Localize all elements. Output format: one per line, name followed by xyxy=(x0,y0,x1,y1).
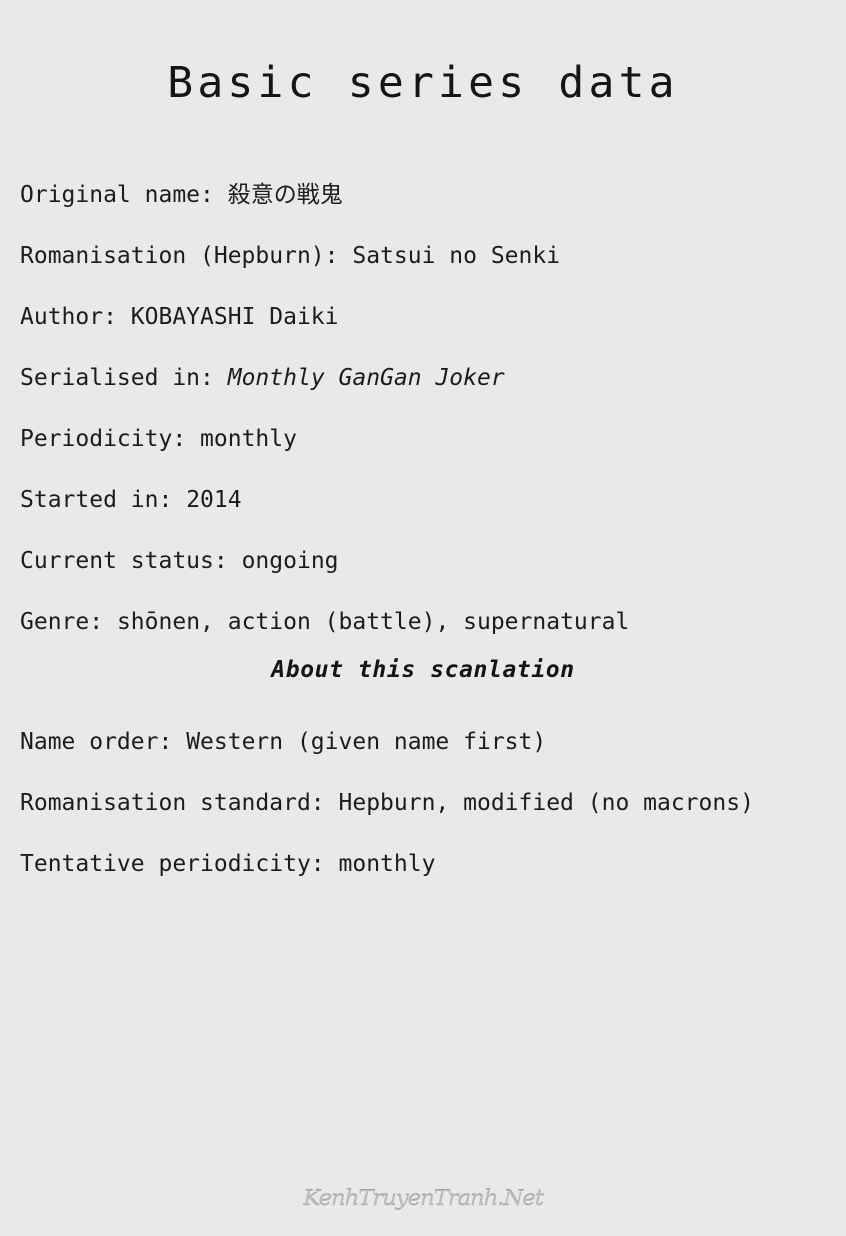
info-label-serialised-in: Serialised in: xyxy=(20,365,214,391)
info-value-started-in: 2014 xyxy=(186,487,242,513)
info-label-periodicity: Periodicity: xyxy=(20,426,187,452)
info-line-periodicity: Periodicity: monthly xyxy=(20,409,826,470)
series-info-page: Basic series data Original name: 殺意の戦鬼 R… xyxy=(0,0,846,1236)
info-line-name-order: Name order: Western (given name first) xyxy=(20,712,826,773)
info-line-author: Author: KOBAYASHI Daiki xyxy=(20,287,826,348)
info-line-original-name: Original name: 殺意の戦鬼 xyxy=(20,165,826,226)
info-label-started-in: Started in: xyxy=(20,487,173,513)
info-value-serialised-in: Monthly GanGan Joker xyxy=(227,365,505,391)
info-label-romanisation: Romanisation (Hepburn): xyxy=(20,243,339,269)
scanlation-info-list: Name order: Western (given name first) R… xyxy=(20,712,826,895)
info-label-original-name: Original name: xyxy=(20,182,214,208)
info-value-name-order: Western (given name first) xyxy=(186,729,547,755)
info-line-started-in: Started in: 2014 xyxy=(20,470,826,531)
basic-series-data-list: Original name: 殺意の戦鬼 Romanisation (Hepbu… xyxy=(20,165,826,653)
info-label-current-status: Current status: xyxy=(20,548,228,574)
info-line-romanisation-standard: Romanisation standard: Hepburn, modified… xyxy=(20,773,826,834)
info-label-romanisation-standard: Romanisation standard: xyxy=(20,790,325,816)
info-line-serialised-in: Serialised in: Monthly GanGan Joker xyxy=(20,348,826,409)
info-value-author: KOBAYASHI Daiki xyxy=(130,304,339,330)
page-title: Basic series data xyxy=(167,58,679,108)
site-watermark: KenhTruyenTranh.Net xyxy=(303,1187,544,1211)
info-value-periodicity: monthly xyxy=(200,426,297,452)
info-value-romanisation: Satsui no Senki xyxy=(352,243,561,269)
info-label-tentative-periodicity: Tentative periodicity: xyxy=(20,851,325,877)
info-label-genre: Genre: xyxy=(20,609,104,635)
section-heading-about-this-scanlation: About this scanlation xyxy=(271,657,575,683)
info-value-genre: shōnen, action (battle), supernatural xyxy=(116,609,630,635)
info-line-current-status: Current status: ongoing xyxy=(20,531,826,592)
info-value-original-name: 殺意の戦鬼 xyxy=(227,182,343,208)
info-value-current-status: ongoing xyxy=(241,548,339,574)
info-line-tentative-periodicity: Tentative periodicity: monthly xyxy=(20,834,826,895)
info-value-tentative-periodicity: monthly xyxy=(338,851,436,877)
info-label-author: Author: xyxy=(20,304,117,330)
info-value-romanisation-standard: Hepburn, modified (no macrons) xyxy=(338,790,754,816)
info-label-name-order: Name order: xyxy=(20,729,173,755)
info-line-genre: Genre: shōnen, action (battle), supernat… xyxy=(20,592,826,653)
info-line-romanisation: Romanisation (Hepburn): Satsui no Senki xyxy=(20,226,826,287)
